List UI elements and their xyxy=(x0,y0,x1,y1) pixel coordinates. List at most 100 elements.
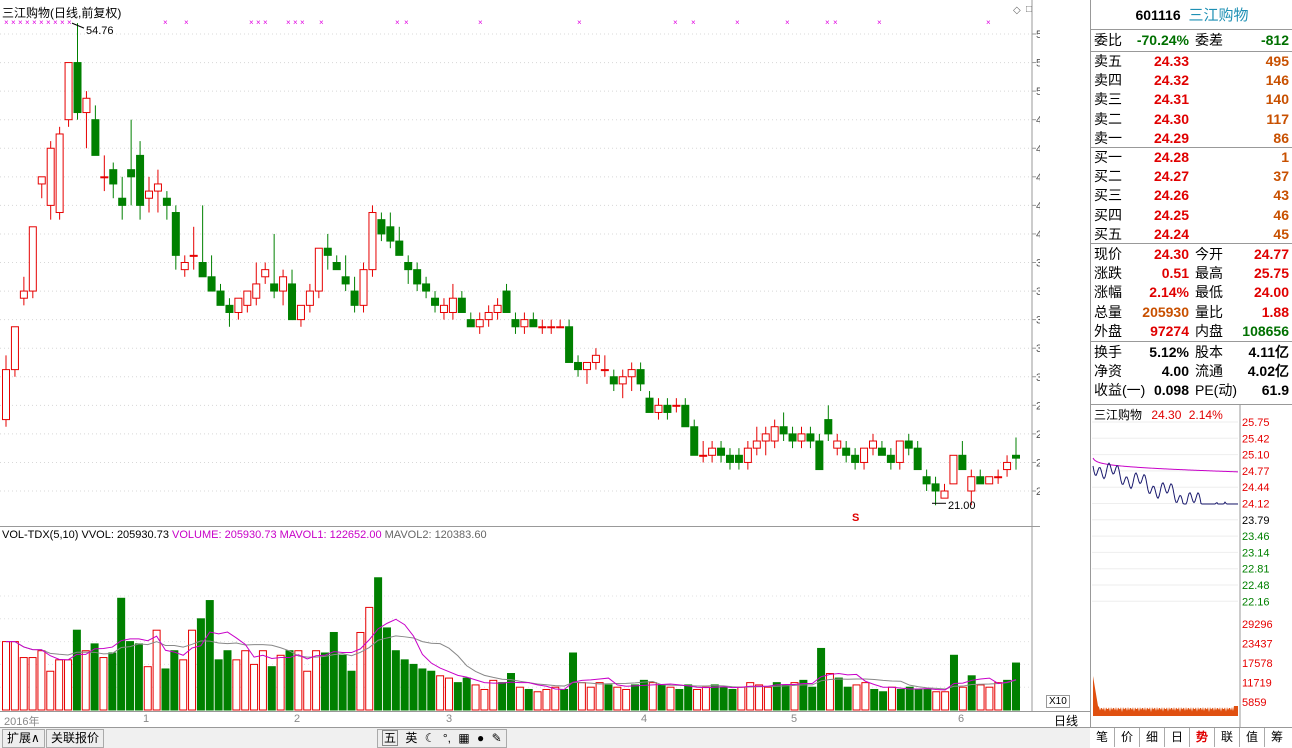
candle-up xyxy=(82,97,91,114)
tab-price[interactable]: 价 xyxy=(1115,728,1140,747)
expand-button[interactable]: 扩展∧ xyxy=(2,729,45,748)
volume-bar xyxy=(941,691,950,711)
keyboard-icon[interactable]: ▦ xyxy=(458,731,469,745)
tab-chips[interactable]: 筹 xyxy=(1265,728,1289,747)
event-marker: × xyxy=(673,18,678,27)
moon-icon[interactable]: ☾ xyxy=(425,731,436,745)
wrench-icon[interactable]: ✎ xyxy=(492,731,502,745)
event-marker: × xyxy=(249,18,254,27)
event-marker: × xyxy=(735,18,740,27)
row-label-2: 今开 xyxy=(1195,246,1223,262)
row-value-2: 24.00 xyxy=(1253,284,1289,301)
candle-down xyxy=(171,212,180,256)
mavol2-value: MAVOL2: 120383.60 xyxy=(384,529,487,541)
price-tick-label: 54.00 xyxy=(1036,29,1040,41)
tab-detail[interactable]: 细 xyxy=(1140,728,1165,747)
volume-bar xyxy=(551,686,560,711)
punctuation-icon[interactable]: °, xyxy=(443,731,451,745)
candle-up xyxy=(314,247,323,292)
signal-marker: S xyxy=(852,512,860,524)
volume-bar xyxy=(453,682,462,711)
volume-bar xyxy=(887,686,896,711)
volume-bar xyxy=(577,682,586,711)
candle-up xyxy=(752,440,761,449)
kline-title: 三江购物(日线,前复权) xyxy=(2,6,122,20)
volume-bar xyxy=(143,666,152,711)
volume-bar xyxy=(533,691,542,711)
candle-down xyxy=(323,247,332,256)
volume-bar xyxy=(923,688,932,711)
candle-up xyxy=(994,476,1003,479)
volume-chart[interactable]: 5000040000300002000010000 VOL-TDX(5,10) … xyxy=(0,527,1070,711)
candle-up xyxy=(985,476,994,485)
user-icon[interactable]: ● xyxy=(477,731,484,745)
related-quote-button[interactable]: 关联报价 xyxy=(46,729,105,748)
candle-down xyxy=(162,197,171,206)
ime-toolbar[interactable]: 五 英 ☾ °, ▦ ● ✎ xyxy=(377,729,507,748)
row-value: 24.24 xyxy=(1153,225,1189,242)
candle-up xyxy=(556,326,565,329)
volume-bar xyxy=(418,668,427,711)
candle-down xyxy=(958,454,967,471)
quote-row-1: 涨跌 0.51 最高 25.75 xyxy=(1091,264,1292,283)
price-tick-label: 30.00 xyxy=(1036,372,1040,384)
candle-down xyxy=(842,447,851,456)
candle-down xyxy=(877,447,886,456)
row-value: 5.12% xyxy=(1149,344,1189,360)
intraday-price-tick: 25.42 xyxy=(1242,433,1270,445)
candle-up xyxy=(28,226,37,292)
price-tick-label: 50.00 xyxy=(1036,86,1040,98)
ime-english[interactable]: 英 xyxy=(405,731,417,745)
candle-up xyxy=(538,326,547,329)
candle-down xyxy=(511,319,520,328)
volume-bar xyxy=(515,686,524,711)
row-value: 24.30 xyxy=(1153,110,1189,127)
low-price-label: 21.00 xyxy=(948,500,976,512)
volume-bar xyxy=(276,654,285,711)
price-tick-label: 34.00 xyxy=(1036,315,1040,327)
stock-header: 601116 三江购物 xyxy=(1091,6,1292,25)
row-value-2: 1.88 xyxy=(1261,303,1289,320)
volume-bar xyxy=(170,650,179,711)
volume-bar xyxy=(994,682,1003,711)
candle-down xyxy=(806,433,815,442)
tab-link[interactable]: 联 xyxy=(1215,728,1240,747)
row-value-2: 117 xyxy=(1266,110,1289,127)
row-label: 买五 xyxy=(1094,225,1122,242)
volume-bar xyxy=(409,663,418,711)
volume-bar xyxy=(64,659,73,711)
volume-bar xyxy=(19,657,28,711)
volume-bar xyxy=(365,606,374,711)
tab-daily[interactable]: 日 xyxy=(1165,728,1190,747)
candle-down xyxy=(225,304,234,313)
volume-bar xyxy=(701,686,710,711)
volume-bar xyxy=(586,686,595,711)
diamond-icon[interactable]: ◇ xyxy=(1013,5,1021,16)
candle-down xyxy=(663,404,672,413)
candle-down xyxy=(645,397,654,413)
square-icon[interactable]: □ xyxy=(1026,4,1032,15)
ime-five-stroke[interactable]: 五 xyxy=(382,730,399,746)
price-tick-label: 42.00 xyxy=(1036,200,1040,212)
kline-chart[interactable]: 54.00 52.00 50.00 48.00 46.00 44.00 42.00 40.00… xyxy=(0,0,1040,527)
candle-up xyxy=(618,376,627,385)
price-tick-label: 48.00 xyxy=(1036,115,1040,127)
volume-bar xyxy=(1003,679,1012,711)
volume-bar xyxy=(763,686,772,711)
candle-up xyxy=(10,326,19,371)
event-marker: × xyxy=(263,18,268,27)
candle-down xyxy=(788,433,797,442)
tab-trend[interactable]: 势 xyxy=(1190,728,1215,747)
intraday-chart[interactable]: 三江购物 24.30 2.14% 25.75 25.42 25.10 24.77 24.… xyxy=(1090,404,1292,727)
tab-value[interactable]: 值 xyxy=(1240,728,1265,747)
vvol-value: VVOL: 205930.73 xyxy=(81,529,169,541)
candle-down xyxy=(207,276,216,292)
volume-bar xyxy=(126,641,135,711)
volume-bar xyxy=(356,631,365,711)
event-marker: × xyxy=(825,18,830,27)
tab-trades[interactable]: 笔 xyxy=(1090,728,1115,747)
time-axis: 2016年 1 2 3 4 5 6 日线 xyxy=(0,711,1090,728)
candle-down xyxy=(457,297,466,313)
event-marker: × xyxy=(478,18,483,27)
intraday-volume-tick: 17578 xyxy=(1242,658,1273,670)
